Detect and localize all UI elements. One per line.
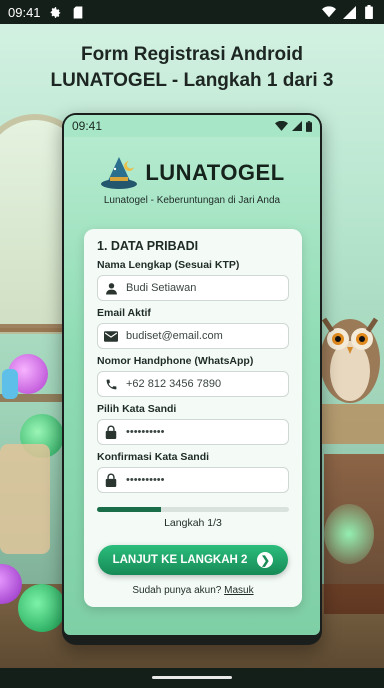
- user-icon: [104, 281, 118, 295]
- wifi-icon: [275, 121, 288, 131]
- full-name-input[interactable]: [126, 282, 276, 294]
- phone-status-time: 09:41: [72, 119, 103, 133]
- phone-icon: [104, 377, 118, 391]
- next-step-button-label: LANJUT KE LANGKAH 2: [112, 554, 248, 566]
- page-title: Form Registrasi Android LUNATOGEL - Lang…: [0, 42, 384, 94]
- page-title-line-1: Form Registrasi Android: [80, 44, 304, 65]
- scroll-decoration: [0, 444, 50, 554]
- brand-name: LUNATOGEL: [145, 160, 285, 185]
- registration-form: 1. DATA PRIBADI Nama Lengkap (Sesuai KTP…: [84, 229, 302, 607]
- sd-card-icon: [71, 5, 85, 19]
- chevron-right-icon: ❯: [257, 552, 274, 568]
- signal-icon: [292, 121, 302, 131]
- progress-text: Langkah 1/3: [164, 517, 222, 529]
- battery-icon: [306, 120, 312, 132]
- battery-icon: [362, 5, 376, 19]
- lock-icon: [104, 425, 118, 439]
- section-title: 1. DATA PRIBADI: [97, 239, 199, 253]
- brand-header: LUNATOGEL: [64, 155, 320, 191]
- magic-glow-decoration: [324, 504, 374, 564]
- email-field[interactable]: [97, 323, 289, 349]
- login-link[interactable]: Masuk: [224, 585, 253, 596]
- confirm-password-input[interactable]: [126, 474, 276, 486]
- system-navigation-bar: [0, 668, 384, 688]
- password-input[interactable]: [126, 426, 276, 438]
- email-input[interactable]: [126, 330, 276, 342]
- full-name-label: Nama Lengkap (Sesuai KTP): [97, 259, 240, 271]
- signal-icon: [342, 5, 356, 19]
- phone-number-input[interactable]: [126, 378, 276, 390]
- password-field[interactable]: [97, 419, 289, 445]
- login-prompt-text: Sudah punya akun?: [132, 585, 222, 596]
- potion-bottle-decoration: [18, 584, 66, 632]
- wizard-hat-logo-icon: [101, 157, 138, 189]
- progress-bar: [97, 507, 289, 512]
- brand-tagline: Lunatogel - Keberuntungan di Jari Anda: [103, 195, 281, 206]
- system-status-bar: 09:41: [0, 0, 384, 24]
- mail-icon: [104, 329, 118, 343]
- status-time: 09:41: [8, 4, 41, 20]
- wifi-icon: [322, 5, 336, 19]
- progress-bar-fill: [97, 507, 161, 512]
- lock-icon: [104, 473, 118, 487]
- owl-icon: [320, 317, 380, 403]
- potion-bottle-decoration: [2, 369, 18, 399]
- page-title-line-2: LUNATOGEL - Langkah 1 dari 3: [50, 70, 334, 91]
- confirm-password-field[interactable]: [97, 467, 289, 493]
- phone-number-field[interactable]: [97, 371, 289, 397]
- book-decoration: [314, 404, 384, 444]
- confirm-password-label: Konfirmasi Kata Sandi: [97, 451, 210, 463]
- login-prompt: Sudah punya akun? Masuk: [97, 585, 289, 596]
- shelf-decoration: [0, 324, 70, 332]
- full-name-field[interactable]: [97, 275, 289, 301]
- settings-icon: [49, 5, 63, 19]
- phone-screen: 09:41 LUNATOGEL Lunatogel - Keberuntunga…: [64, 115, 320, 635]
- password-label: Pilih Kata Sandi: [97, 403, 177, 415]
- phone-mockup: 09:41 LUNATOGEL Lunatogel - Keberuntunga…: [62, 113, 322, 645]
- home-gesture-handle[interactable]: [152, 676, 232, 679]
- email-label: Email Aktif: [97, 307, 151, 319]
- next-step-button[interactable]: LANJUT KE LANGKAH 2 ❯: [98, 545, 288, 575]
- phone-number-label: Nomor Handphone (WhatsApp): [97, 355, 254, 367]
- phone-status-bar: 09:41: [64, 115, 320, 137]
